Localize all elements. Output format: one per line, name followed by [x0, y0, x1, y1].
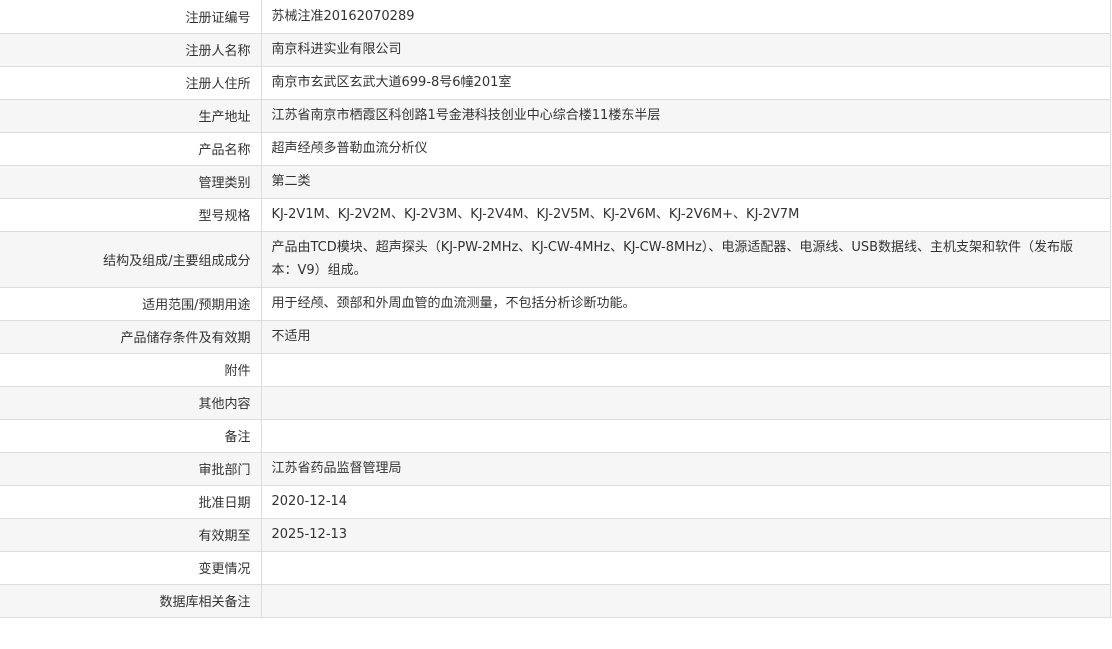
row-label: 审批部门	[0, 451, 262, 485]
table-row-approval-date: 批准日期 2020-12-14	[0, 484, 1111, 518]
row-value: 产品由TCD模块、超声探头（KJ-PW-2MHz、KJ-CW-4MHz、KJ-C…	[261, 230, 1111, 287]
row-label: 产品名称	[0, 131, 262, 165]
table-row-model-spec: 型号规格 KJ-2V1M、KJ-2V2M、KJ-2V3M、KJ-2V4M、KJ-…	[0, 197, 1111, 231]
table-row-registration-number: 注册证编号 苏械注准20162070289	[0, 0, 1111, 33]
row-value: 超声经颅多普勒血流分析仪	[261, 131, 1111, 165]
row-label: 管理类别	[0, 164, 262, 198]
row-value: 苏械注准20162070289	[271, 8, 415, 24]
table-row-registrant-address: 注册人住所 南京市玄武区玄武大道699-8号6幢201室	[0, 65, 1111, 99]
table-row-management-class: 管理类别 第二类	[0, 164, 1111, 198]
row-value: 2025-12-13	[261, 517, 1111, 551]
table-row-other-content: 其他内容	[0, 385, 1111, 419]
row-value: 江苏省南京市栖霞区科创路1号金港科技创业中心综合楼11楼东半层	[261, 98, 1111, 132]
row-value: 南京市玄武区玄武大道699-8号6幢201室	[261, 65, 1111, 99]
table-row-attachments: 附件	[0, 352, 1111, 386]
row-value: 南京科进实业有限公司	[261, 32, 1111, 66]
table-row-intended-use: 适用范围/预期用途 用于经颅、颈部和外周血管的血流测量，不包括分析诊断功能。	[0, 286, 1111, 320]
row-label: 产品储存条件及有效期	[0, 319, 262, 353]
table-row-product-name: 产品名称 超声经颅多普勒血流分析仪	[0, 131, 1111, 165]
row-value	[261, 418, 1111, 452]
row-label: 型号规格	[0, 197, 262, 231]
registration-record-table: 注册证编号 苏械注准20162070289 注册人名称 南京科进实业有限公司 注…	[0, 0, 1111, 618]
row-value: 第二类	[261, 164, 1111, 198]
row-label: 结构及组成/主要组成成分	[0, 230, 262, 287]
row-label: 备注	[0, 418, 262, 452]
table-row-database-remarks: 数据库相关备注	[0, 583, 1111, 617]
row-value: 江苏省药品监督管理局	[261, 451, 1111, 485]
row-label: 注册人名称	[0, 32, 262, 66]
row-value: 用于经颅、颈部和外周血管的血流测量，不包括分析诊断功能。	[261, 286, 1111, 320]
table-row-valid-until: 有效期至 2025-12-13	[0, 517, 1111, 551]
table-row-production-address: 生产地址 江苏省南京市栖霞区科创路1号金港科技创业中心综合楼11楼东半层	[0, 98, 1111, 132]
row-label: 变更情况	[0, 550, 262, 584]
row-value: KJ-2V1M、KJ-2V2M、KJ-2V3M、KJ-2V4M、KJ-2V5M、…	[261, 197, 1111, 231]
row-value	[261, 385, 1111, 419]
row-label: 数据库相关备注	[0, 583, 262, 617]
table-row-registrant-name: 注册人名称 南京科进实业有限公司	[0, 32, 1111, 66]
table-row-approval-department: 审批部门 江苏省药品监督管理局	[0, 451, 1111, 485]
row-value: 不适用	[261, 319, 1111, 353]
row-label: 注册人住所	[0, 65, 262, 99]
row-value	[261, 583, 1111, 617]
row-label: 注册证编号	[0, 0, 262, 33]
row-value	[261, 352, 1111, 386]
table-row-composition: 结构及组成/主要组成成分 产品由TCD模块、超声探头（KJ-PW-2MHz、KJ…	[0, 230, 1111, 287]
row-label: 适用范围/预期用途	[0, 286, 262, 320]
table-row-storage-validity: 产品储存条件及有效期 不适用	[0, 319, 1111, 353]
row-value	[261, 550, 1111, 584]
row-label: 附件	[0, 352, 262, 386]
table-row-change-history: 变更情况	[0, 550, 1111, 584]
row-label: 生产地址	[0, 98, 262, 132]
row-value: 2020-12-14	[261, 484, 1111, 518]
row-label: 批准日期	[0, 484, 262, 518]
row-label: 其他内容	[0, 385, 262, 419]
row-label: 有效期至	[0, 517, 262, 551]
table-row-remarks: 备注	[0, 418, 1111, 452]
